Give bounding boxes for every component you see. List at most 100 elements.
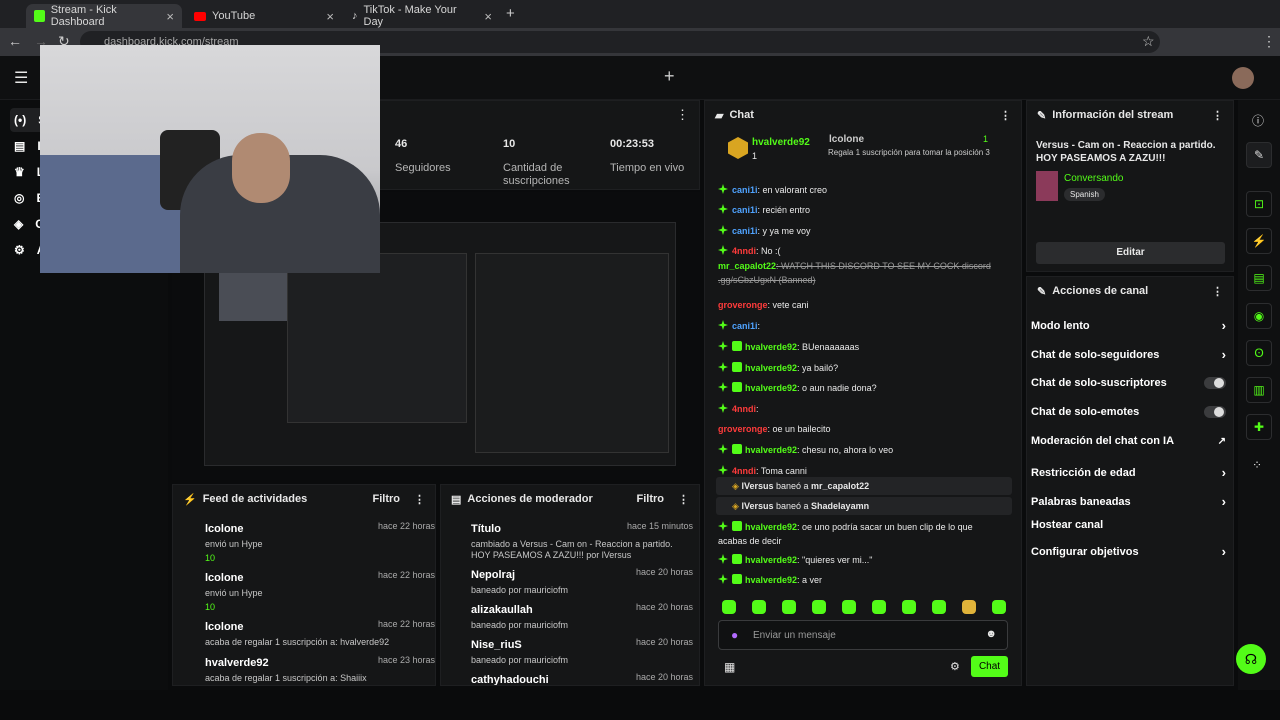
- dots-tool-icon[interactable]: ⁘: [1252, 458, 1262, 472]
- emote-icon[interactable]: [962, 600, 976, 614]
- channel-action-4[interactable]: Moderación del chat con IA ↗: [1031, 435, 1226, 447]
- back-icon[interactable]: ←: [8, 33, 22, 49]
- feed-time: hace 23 horas: [377, 655, 435, 665]
- new-tab-icon[interactable]: +: [506, 5, 515, 22]
- chevron-right-icon: ›: [1221, 347, 1226, 362]
- more-options-icon[interactable]: ⋮: [1000, 109, 1011, 122]
- chat-tool-icon[interactable]: ◉: [1246, 303, 1272, 329]
- emote-icon[interactable]: [782, 600, 796, 614]
- system-action: baneó a: [775, 501, 809, 511]
- chat-username[interactable]: hvalverde92: [745, 342, 797, 352]
- microphone-icon[interactable]: ●: [731, 628, 738, 642]
- chat-message: hvalverde92: o aun nadie dona?: [718, 382, 877, 393]
- stat-label: Cantidad de suscripciones: [503, 162, 570, 187]
- tab-youtube[interactable]: YouTube ×: [186, 4, 342, 28]
- note-tool-icon[interactable]: ▤: [1246, 265, 1272, 291]
- close-tab-icon[interactable]: ×: [166, 9, 174, 24]
- chat-message: hvalverde92: a ver: [718, 574, 822, 585]
- emote-icon[interactable]: [722, 600, 736, 614]
- close-tab-icon[interactable]: ×: [326, 9, 334, 24]
- edit-tool-icon[interactable]: ✎: [1246, 142, 1272, 168]
- emote-icon[interactable]: [902, 600, 916, 614]
- bolt-tool-icon[interactable]: ⚡: [1246, 228, 1272, 254]
- toggle-switch[interactable]: [1204, 377, 1226, 389]
- channel-action-7[interactable]: Hostear canal: [1031, 519, 1226, 531]
- filter-button[interactable]: Filtro: [373, 493, 401, 505]
- mod-item-title: cathyhadouchi: [471, 674, 549, 686]
- chat-username[interactable]: cani1i: [732, 321, 758, 331]
- emote-icon[interactable]: [842, 600, 856, 614]
- emote-icon[interactable]: [992, 600, 1006, 614]
- channel-action-label: Chat de solo-suscriptores: [1031, 377, 1167, 389]
- channel-action-1[interactable]: Chat de solo-seguidores ›: [1031, 347, 1226, 362]
- more-options-icon[interactable]: ⋮: [678, 493, 689, 506]
- channel-action-5[interactable]: Restricción de edad ›: [1031, 465, 1226, 480]
- chat-input[interactable]: ● Enviar un mensaje ☻: [718, 620, 1008, 650]
- emote-icon[interactable]: [872, 600, 886, 614]
- chat-username[interactable]: 4nndi: [732, 466, 756, 476]
- close-tab-icon[interactable]: ×: [484, 9, 492, 24]
- channel-actions-panel: ✎ Acciones de canal ⋮: [1026, 276, 1234, 686]
- more-options-icon[interactable]: ⋮: [1212, 285, 1223, 298]
- channel-action-0[interactable]: Modo lento ›: [1031, 318, 1226, 333]
- wrench-tool-icon[interactable]: ✚: [1246, 414, 1272, 440]
- chat-username[interactable]: cani1i: [732, 226, 758, 236]
- filter-button[interactable]: Filtro: [637, 493, 665, 505]
- chat-username[interactable]: hvalverde92: [745, 575, 797, 585]
- emote-icon[interactable]: [812, 600, 826, 614]
- chat-username[interactable]: hvalverde92: [745, 445, 797, 455]
- chat-username[interactable]: mr_capalot22: [718, 261, 776, 271]
- chat-settings-icon[interactable]: ⚙: [950, 660, 960, 673]
- toggle-switch[interactable]: [1204, 406, 1226, 418]
- nested-chat: [475, 253, 669, 453]
- chat-username[interactable]: groveronge: [718, 424, 768, 434]
- send-chat-button[interactable]: Chat: [971, 656, 1008, 677]
- nav-item-5[interactable]: ◈C: [10, 212, 44, 236]
- chevron-right-icon: ›: [1221, 494, 1226, 509]
- chat-username[interactable]: cani1i: [732, 205, 758, 215]
- chat-username[interactable]: 4nndi: [732, 404, 756, 414]
- focus-tool-icon[interactable]: ⊡: [1246, 191, 1272, 217]
- channel-action-3[interactable]: Chat de solo-emotes: [1031, 406, 1226, 418]
- channel-action-6[interactable]: Palabras baneadas ›: [1031, 494, 1226, 509]
- broadcast-tool-icon[interactable]: ʘ: [1246, 340, 1272, 366]
- store-icon[interactable]: ▦: [724, 660, 735, 674]
- nav-item-2[interactable]: ▤I: [10, 134, 41, 158]
- chat-username[interactable]: hvalverde92: [745, 363, 797, 373]
- chat-text: : oe un bailecito: [767, 424, 831, 434]
- tab-kick-dashboard[interactable]: Stream - Kick Dashboard ×: [26, 4, 182, 28]
- chat-text: : vete cani: [767, 300, 809, 310]
- chat-username[interactable]: groveronge: [718, 300, 768, 310]
- bookmark-star-icon[interactable]: ☆: [1142, 33, 1155, 50]
- channel-action-label: Configurar objetivos: [1031, 545, 1139, 558]
- emoji-icon[interactable]: ☻: [985, 628, 997, 640]
- channel-action-2[interactable]: Chat de solo-suscriptores: [1031, 377, 1226, 389]
- hamburger-menu-icon[interactable]: ☰: [14, 68, 28, 88]
- info-icon[interactable]: ⓘ: [1252, 112, 1264, 129]
- browser-menu-icon[interactable]: ⋮: [1262, 33, 1276, 50]
- layout-tool-icon[interactable]: ▥: [1246, 377, 1272, 403]
- channel-action-label: Restricción de edad: [1031, 466, 1136, 479]
- second-gifter-name[interactable]: lcolone: [829, 134, 864, 145]
- emote-icon[interactable]: [932, 600, 946, 614]
- avatar[interactable]: [1232, 67, 1254, 89]
- more-options-icon[interactable]: ⋮: [1212, 109, 1223, 122]
- tab-tiktok[interactable]: ♪ TikTok - Make Your Day ×: [344, 4, 500, 28]
- crosshair-icon: +: [664, 66, 675, 86]
- help-support-icon[interactable]: ☊: [1236, 644, 1266, 674]
- chat-username[interactable]: 4nndi: [732, 246, 756, 256]
- feed-text: acaba de regalar 1 suscripción a: hvalve…: [205, 637, 390, 647]
- nav-item-3[interactable]: ♛L: [10, 160, 44, 184]
- top-gifter-name[interactable]: hvalverde92: [752, 137, 810, 148]
- chat-username[interactable]: cani1i: [732, 185, 758, 195]
- chat-username[interactable]: hvalverde92: [745, 383, 797, 393]
- chat-username[interactable]: hvalverde92: [745, 522, 797, 532]
- kick-sparkle-icon: [718, 225, 728, 235]
- chat-username[interactable]: hvalverde92: [745, 555, 797, 565]
- emote-icon[interactable]: [752, 600, 766, 614]
- edit-stream-button[interactable]: Editar: [1036, 242, 1225, 264]
- channel-action-8[interactable]: Configurar objetivos ›: [1031, 544, 1226, 559]
- stream-category[interactable]: Conversando: [1064, 173, 1123, 184]
- more-options-icon[interactable]: ⋮: [676, 107, 689, 123]
- more-options-icon[interactable]: ⋮: [414, 493, 425, 506]
